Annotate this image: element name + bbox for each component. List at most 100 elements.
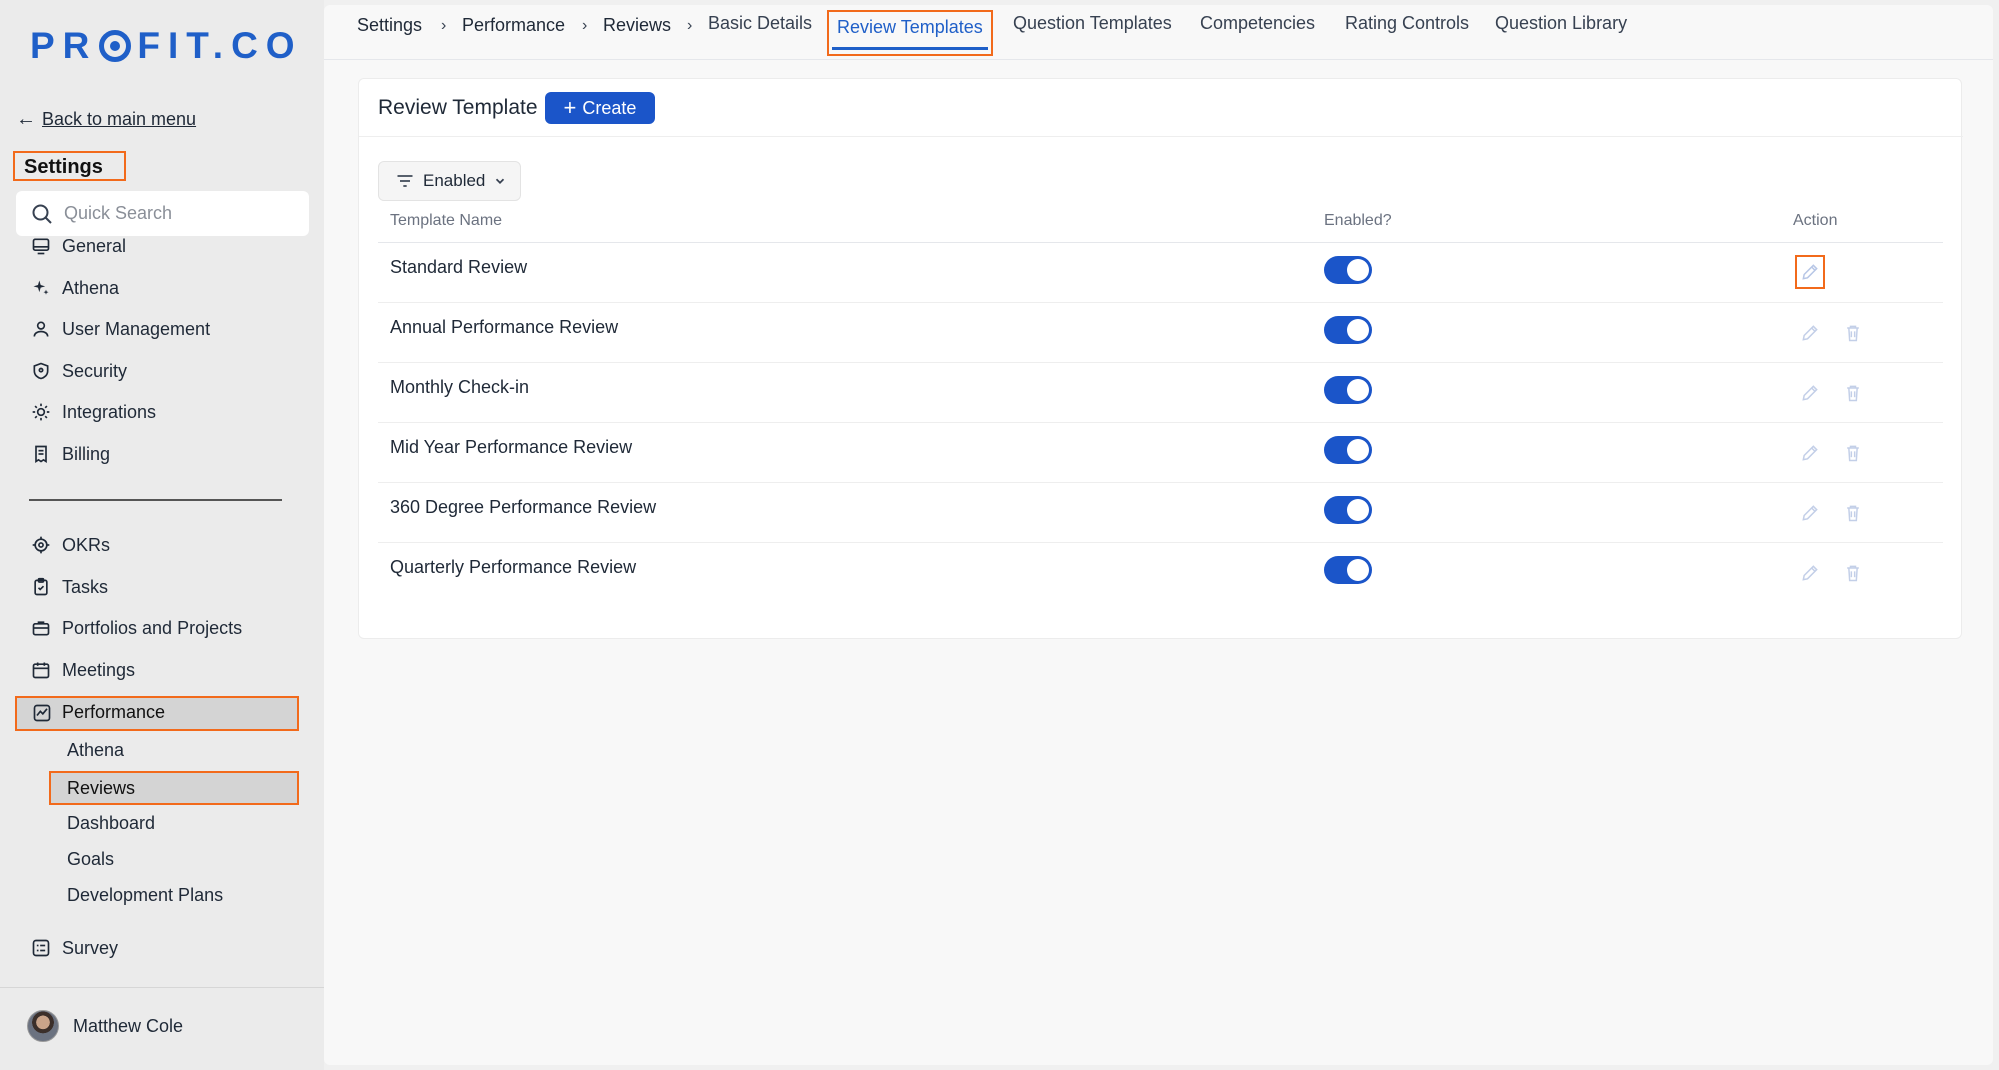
sidebar-subitem-development-plans[interactable]: Development Plans <box>67 885 223 906</box>
pencil-icon <box>1802 385 1818 401</box>
sidebar-item-survey[interactable]: Survey <box>30 933 118 963</box>
pencil-icon <box>1802 445 1818 461</box>
sidebar-item-label: OKRs <box>62 534 111 555</box>
edit-button[interactable] <box>1798 381 1822 405</box>
sidebar-item-okrs[interactable]: OKRs <box>30 530 110 560</box>
table-row: Mid Year Performance Review <box>378 423 1943 483</box>
logo-target-icon <box>99 30 132 62</box>
breadcrumb-settings[interactable]: Settings <box>357 15 422 36</box>
breadcrumb-reviews[interactable]: Reviews <box>603 15 671 36</box>
tab-basic-details[interactable]: Basic Details <box>708 13 812 34</box>
active-tab-underline <box>832 47 988 50</box>
pencil-icon <box>1802 565 1818 581</box>
user-profile[interactable]: Matthew Cole <box>27 1010 183 1042</box>
sidebar-item-meetings[interactable]: Meetings <box>30 655 135 685</box>
enabled-toggle[interactable] <box>1324 256 1372 284</box>
card-title: Review Template <box>378 96 538 119</box>
sidebar-item-label: Survey <box>62 937 119 958</box>
avatar <box>27 1010 59 1042</box>
table-row: Standard Review <box>378 243 1943 303</box>
template-name: Standard Review <box>390 257 528 277</box>
sidebar-item-athena[interactable]: Athena <box>30 273 119 303</box>
template-name: Quarterly Performance Review <box>390 557 637 577</box>
template-name: Monthly Check-in <box>390 377 530 397</box>
sidebar-item-label: Integrations <box>62 401 157 422</box>
breadcrumb-separator-icon: › <box>687 17 693 34</box>
edit-button[interactable] <box>1798 561 1822 585</box>
sparkle-icon <box>30 277 52 299</box>
sidebar-item-performance[interactable]: Performance <box>15 696 299 731</box>
column-header-action: Action <box>1793 212 1838 229</box>
template-name: Mid Year Performance Review <box>390 437 633 457</box>
tab-rating-controls[interactable]: Rating Controls <box>1345 13 1469 34</box>
sidebar-subitem-athena[interactable]: Athena <box>67 740 124 761</box>
quick-search-input[interactable] <box>64 203 294 224</box>
chevron-down-icon <box>496 178 505 184</box>
tab-question-templates[interactable]: Question Templates <box>1013 13 1172 34</box>
edit-button[interactable] <box>1798 321 1822 345</box>
column-header-enabled: Enabled? <box>1324 212 1392 229</box>
back-to-main-menu-link[interactable]: ← Back to main menu <box>16 108 196 131</box>
enabled-toggle[interactable] <box>1324 556 1372 584</box>
table-row: Quarterly Performance Review <box>378 543 1943 603</box>
clipboard-check-icon <box>30 576 52 598</box>
target-icon <box>30 534 52 556</box>
breadcrumb-separator-icon: › <box>582 17 588 34</box>
briefcase-icon <box>30 617 52 639</box>
filter-icon <box>397 175 413 187</box>
sidebar-item-label: User Management <box>62 318 211 339</box>
tab-competencies[interactable]: Competencies <box>1200 13 1315 34</box>
card-header: Review Template + Create <box>359 79 1963 137</box>
enabled-toggle[interactable] <box>1324 316 1372 344</box>
delete-button[interactable] <box>1841 441 1865 465</box>
sidebar-item-label: Athena <box>62 277 120 298</box>
edit-button[interactable] <box>1798 501 1822 525</box>
sidebar-item-tasks[interactable]: Tasks <box>30 572 108 602</box>
sidebar-item-security[interactable]: Security <box>30 356 127 386</box>
template-name: Annual Performance Review <box>390 317 619 337</box>
sidebar-subitem-goals[interactable]: Goals <box>67 849 114 870</box>
sidebar-item-billing[interactable]: Billing <box>30 439 110 469</box>
trash-icon <box>1847 565 1859 582</box>
sidebar-item-user-management[interactable]: User Management <box>30 314 210 344</box>
trash-icon <box>1847 325 1859 342</box>
edit-button[interactable] <box>1795 255 1825 289</box>
delete-button[interactable] <box>1841 501 1865 525</box>
delete-button[interactable] <box>1841 561 1865 585</box>
edit-button[interactable] <box>1798 441 1822 465</box>
enabled-filter-dropdown[interactable]: Enabled <box>378 161 521 201</box>
table-row: 360 Degree Performance Review <box>378 483 1943 543</box>
sidebar-item-label: General <box>62 235 127 256</box>
trash-icon <box>1847 445 1859 462</box>
quick-search[interactable] <box>16 191 309 236</box>
enabled-toggle[interactable] <box>1324 496 1372 524</box>
sidebar-item-label: Security <box>62 360 128 381</box>
sidebar-item-portfolios-and-projects[interactable]: Portfolios and Projects <box>30 613 242 643</box>
delete-button[interactable] <box>1841 321 1865 345</box>
sidebar-item-label: Performance <box>62 702 166 722</box>
create-button-label: Create <box>582 97 637 118</box>
gear-icon <box>30 401 52 423</box>
calendar-icon <box>30 659 52 681</box>
filter-label: Enabled <box>423 171 486 190</box>
sidebar-item-integrations[interactable]: Integrations <box>30 397 156 427</box>
chart-line-icon <box>33 704 51 721</box>
main-content: Settings › Performance › Reviews › Basic… <box>324 5 1993 1065</box>
settings-title: Settings <box>13 151 126 181</box>
breadcrumb-performance[interactable]: Performance <box>462 15 565 36</box>
pencil-icon <box>1802 325 1818 341</box>
enabled-toggle[interactable] <box>1324 436 1372 464</box>
tab-review-templates[interactable]: Review Templates <box>827 10 993 56</box>
sidebar-subitem-dashboard[interactable]: Dashboard <box>67 813 155 834</box>
tab-question-library[interactable]: Question Library <box>1495 13 1627 34</box>
review-template-card: Review Template + Create Enabled Templat… <box>358 78 1963 639</box>
search-icon <box>32 204 52 224</box>
create-button[interactable]: + Create <box>545 92 655 124</box>
sidebar-item-general[interactable]: General <box>30 231 126 261</box>
monitor-icon <box>30 235 52 257</box>
profit-co-logo[interactable]: PR FIT.CO <box>30 25 303 66</box>
pencil-icon <box>1802 505 1818 521</box>
delete-button[interactable] <box>1841 381 1865 405</box>
sidebar-subitem-reviews[interactable]: Reviews <box>49 771 299 805</box>
enabled-toggle[interactable] <box>1324 376 1372 404</box>
